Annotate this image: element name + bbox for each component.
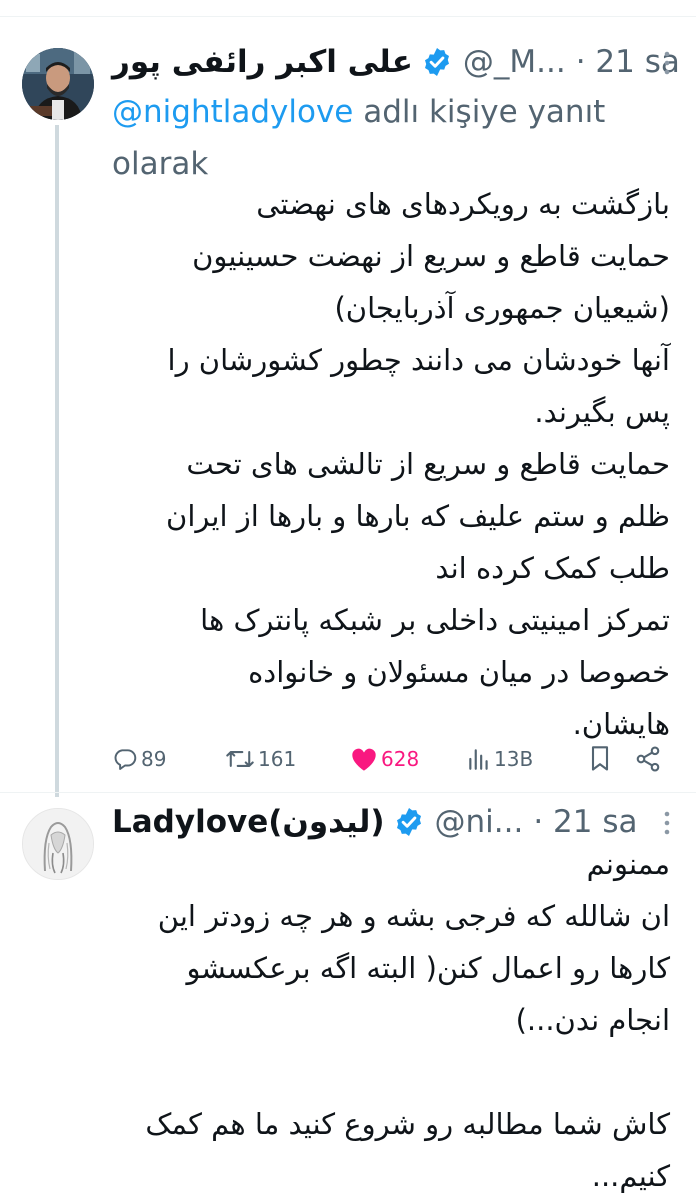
- verified-badge-icon: [424, 48, 449, 76]
- views-icon: [469, 749, 488, 770]
- bookmark-button[interactable]: [588, 738, 612, 780]
- tweet-text: ممنونم ان شالله که فرجی بشه و هر چه زودت…: [130, 838, 670, 1202]
- views-button[interactable]: 13B: [467, 738, 533, 780]
- timestamp[interactable]: · 21 sa: [533, 804, 637, 840]
- tweet-text-line: انجام ندن...): [515, 1003, 670, 1037]
- tweet-text-line: آنها خودشان می دانند چطور کشورشان را: [167, 343, 670, 377]
- share-icon: [636, 746, 660, 772]
- more-icon[interactable]: [662, 810, 672, 836]
- tweet-text-line: (شیعیان جمهوری آذربایجان): [334, 291, 670, 325]
- tweet-text-line: ظلم و ستم علیف که بارها و بارها از ایران: [166, 499, 670, 533]
- retweet-button[interactable]: 161: [225, 738, 296, 780]
- heart-filled-icon: [352, 748, 376, 771]
- like-count: 628: [381, 747, 420, 771]
- tweet-actions: 89 161 628 13B: [112, 738, 668, 780]
- retweet-count: 161: [258, 747, 297, 771]
- tweet-text-line: طلب کمک کرده اند: [435, 551, 670, 585]
- tweet-text-line: بازگشت به رویکردهای های نهضتی: [256, 187, 670, 221]
- tweet-text-line: کنیم...: [591, 1159, 670, 1193]
- mention-link[interactable]: @nightladylove: [112, 94, 353, 130]
- thread-connector-line: [55, 125, 59, 797]
- tweet-text-line: تمرکز امینیتی داخلی بر شبکه پانترک ها: [200, 603, 670, 637]
- top-divider: [0, 16, 696, 17]
- handle[interactable]: @_M...: [463, 44, 566, 80]
- tweet-header: علی اکبر رائفی پور @_M... · 21 sa: [112, 42, 680, 82]
- tweet-text-line: کارها رو اعمال کنن( البته اگه برعکسشو: [186, 951, 670, 985]
- reply-count: 89: [141, 747, 167, 771]
- handle[interactable]: @ni...: [435, 804, 524, 840]
- reply-button[interactable]: 89: [112, 738, 166, 780]
- avatar[interactable]: [22, 48, 94, 120]
- tweet-text-line: ممنونم: [586, 847, 670, 881]
- tweet-text-line: کاش شما مطالبه رو شروع کنید ما هم کمک: [145, 1107, 670, 1141]
- like-button[interactable]: 628: [350, 738, 419, 780]
- more-icon[interactable]: [662, 50, 672, 76]
- retweet-icon: [226, 751, 254, 767]
- tweet-text-line: ان شالله که فرجی بشه و هر چه زودتر این: [157, 899, 670, 933]
- reply-context: @nightladylove adlı kişiye yanıt olarak: [112, 86, 657, 190]
- reply-icon: [114, 749, 137, 770]
- tweet-divider: [0, 792, 696, 793]
- tweet-text-line: حمایت قاطع و سریع از نهضت حسینیون: [192, 239, 670, 273]
- bookmark-icon: [591, 746, 609, 771]
- tweet-text-line: حمایت قاطع و سریع از تالشی های تحت: [186, 447, 670, 481]
- share-button[interactable]: [634, 738, 662, 780]
- tweet-header: Ladylove(لیدون) @ni... · 21 sa: [112, 802, 672, 842]
- display-name[interactable]: علی اکبر رائفی پور: [112, 44, 413, 80]
- tweet-text-line: پس بگیرند.: [534, 395, 670, 429]
- avatar-photo: [23, 809, 93, 879]
- views-count: 13B: [494, 747, 534, 771]
- tweet-text: بازگشت به رویکردهای های نهضتی حمایت قاطع…: [130, 178, 670, 750]
- display-name[interactable]: Ladylove(لیدون): [112, 804, 385, 840]
- verified-badge-icon: [396, 808, 421, 836]
- avatar-photo: [22, 48, 94, 120]
- tweet-text-line: [130, 1046, 670, 1098]
- tweet-text-line: خصوصا در میان مسئولان و خانواده: [248, 655, 670, 689]
- avatar[interactable]: [22, 808, 94, 880]
